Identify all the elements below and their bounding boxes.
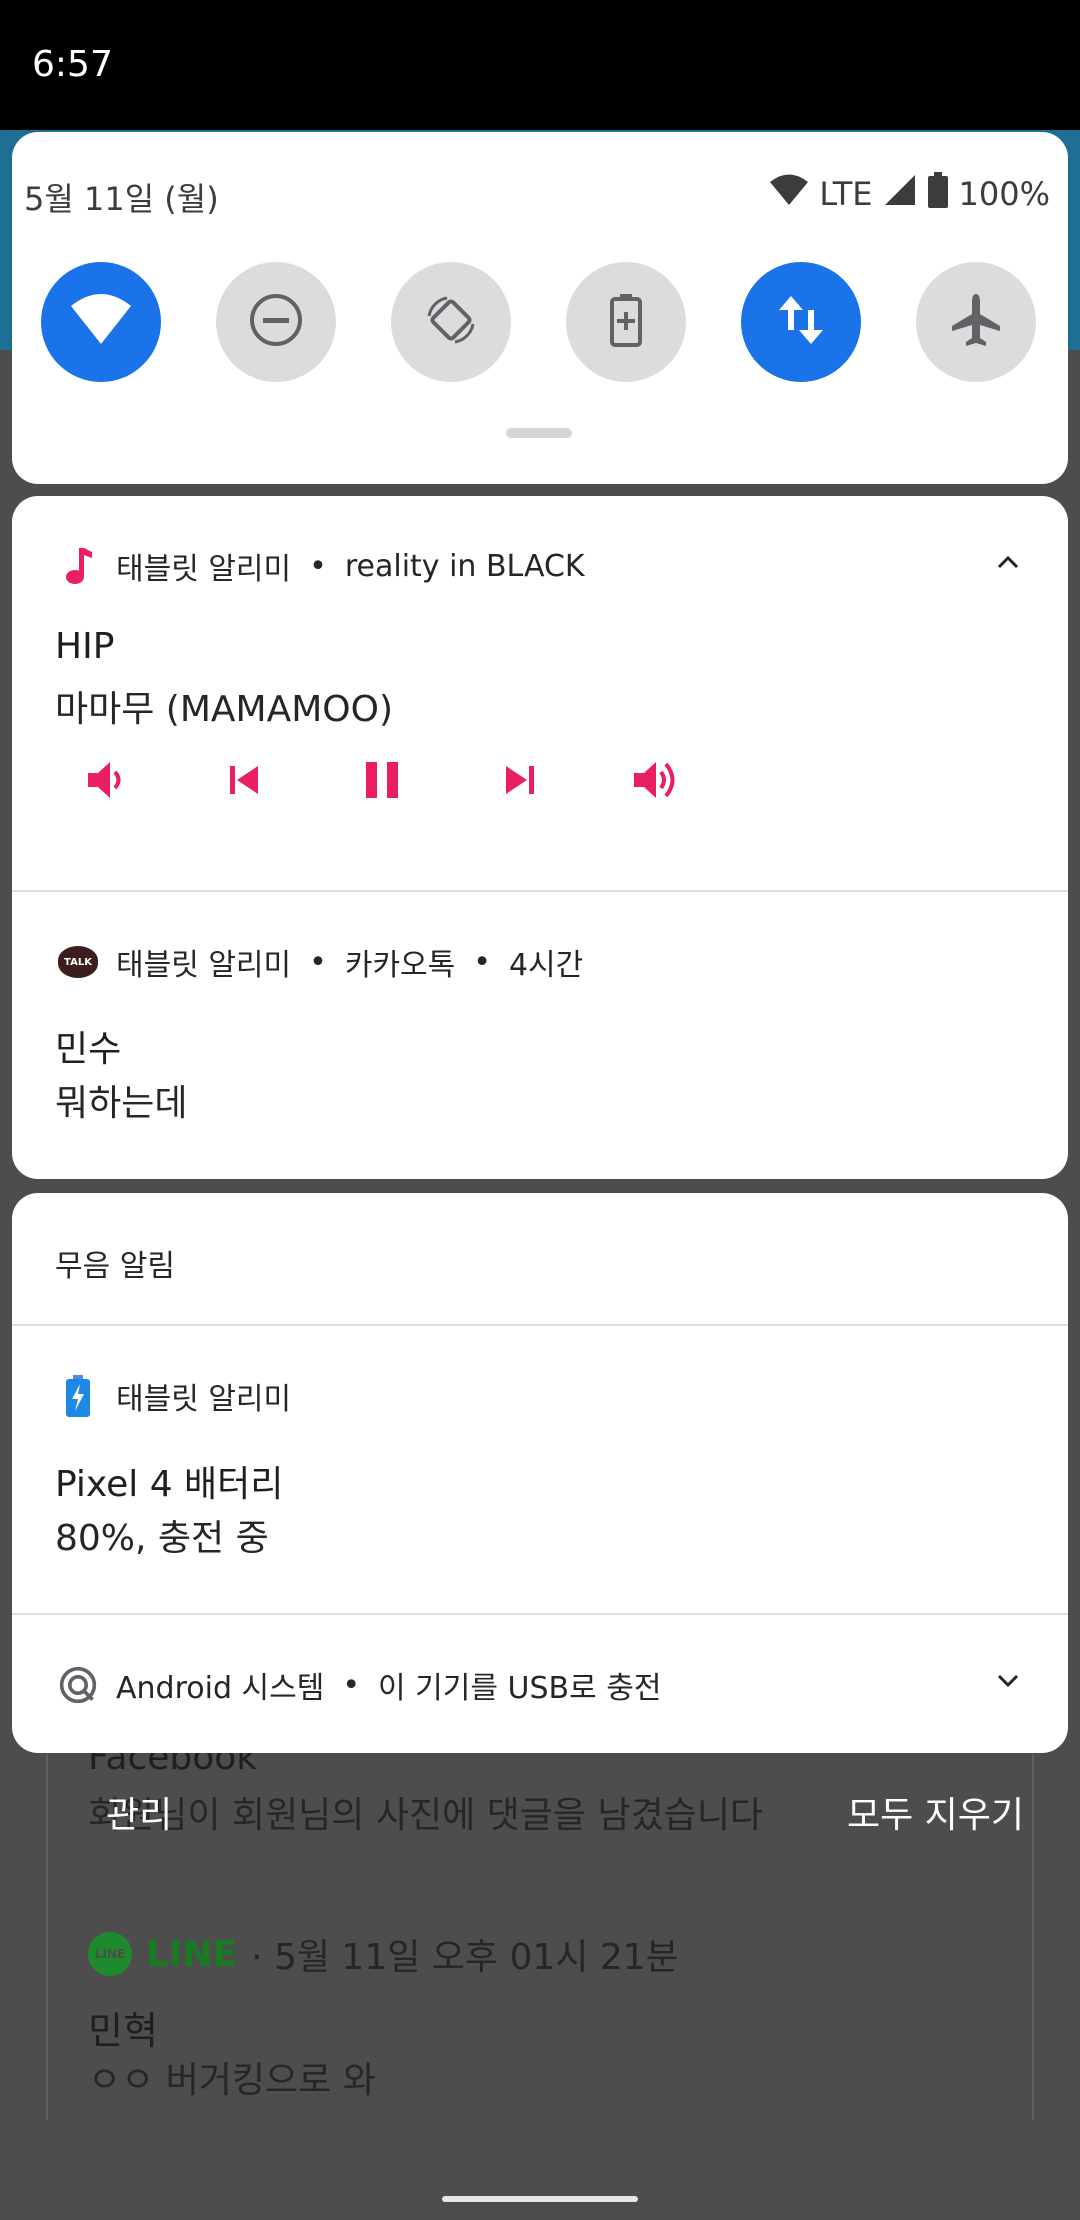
volume-down-button[interactable] bbox=[82, 758, 130, 806]
navigation-gesture-bar[interactable] bbox=[442, 2196, 638, 2202]
media-title: HIP bbox=[55, 626, 115, 667]
battery-app-name: 태블릿 알리미 bbox=[116, 1382, 292, 1417]
battery-text: 80%, 충전 중 bbox=[55, 1518, 269, 1559]
kakao-source: 카카오톡 bbox=[344, 948, 456, 983]
notification-group-alerting: 태블릿 알리미 • reality in BLACK HIP 마마무 (MAMA… bbox=[12, 496, 1068, 1179]
auto-rotate-tile[interactable] bbox=[391, 262, 511, 382]
battery-saver-icon bbox=[606, 292, 646, 352]
do-not-disturb-icon bbox=[248, 292, 304, 352]
battery-icon bbox=[927, 172, 949, 216]
separator-dot: • bbox=[473, 944, 491, 980]
wifi-icon bbox=[69, 292, 133, 352]
line-message: ㅇㅇ 버거킹으로 와 bbox=[88, 2060, 376, 2101]
airplane-icon bbox=[948, 292, 1004, 352]
quick-settings-panel: 5월 11일 (월) LTE 100% bbox=[12, 132, 1068, 484]
volume-up-button[interactable] bbox=[634, 758, 682, 806]
notification-group-silent: 무음 알림 태블릿 알리미 Pixel 4 배터리 80%, 충전 중 Andr… bbox=[12, 1193, 1068, 1753]
divider bbox=[12, 1324, 1068, 1326]
background-line-header: LINE LINE · 5월 11일 오후 01시 21분 bbox=[88, 1928, 679, 1980]
next-track-button[interactable] bbox=[496, 758, 544, 806]
airplane-mode-tile[interactable] bbox=[916, 262, 1036, 382]
media-source: reality in BLACK bbox=[344, 548, 585, 584]
system-text: 이 기기를 USB로 충전 bbox=[378, 1671, 662, 1706]
chevron-down-icon bbox=[996, 1673, 1020, 1693]
battery-notification-header[interactable]: 태블릿 알리미 bbox=[58, 1374, 291, 1418]
expand-button[interactable] bbox=[988, 1663, 1028, 1703]
system-notification-header[interactable]: Android 시스템 • 이 기기를 USB로 충전 bbox=[58, 1663, 661, 1707]
collapse-button[interactable] bbox=[988, 544, 1028, 584]
mobile-data-tile[interactable] bbox=[741, 262, 861, 382]
battery-percent: 100% bbox=[958, 175, 1050, 213]
line-time: · 5월 11일 오후 01시 21분 bbox=[251, 1937, 679, 1978]
volume-up-icon bbox=[632, 756, 684, 808]
kakaotalk-icon: TALK bbox=[58, 942, 98, 982]
volume-down-icon bbox=[84, 758, 128, 806]
line-app-name: LINE bbox=[146, 1933, 238, 1975]
skip-next-icon bbox=[500, 760, 540, 804]
background-facebook-text: 회원님이 회원님의 사진에 댓글을 남겼습니다 bbox=[88, 1795, 764, 1836]
kakao-notification-header[interactable]: TALK 태블릿 알리미 • 카카오톡 • 4시간 bbox=[58, 940, 583, 984]
clear-all-button[interactable]: 모두 지우기 bbox=[847, 1786, 1024, 1838]
pause-button[interactable] bbox=[358, 758, 406, 806]
media-notification-header[interactable]: 태블릿 알리미 • reality in BLACK bbox=[58, 544, 585, 588]
battery-saver-tile[interactable] bbox=[566, 262, 686, 382]
network-type-label: LTE bbox=[819, 175, 873, 213]
line-sender: 민혁 bbox=[88, 2009, 158, 2053]
battery-charging-icon bbox=[58, 1375, 98, 1417]
cell-signal-icon bbox=[883, 173, 917, 215]
data-arrows-icon bbox=[775, 292, 827, 352]
manage-button[interactable]: 관리 bbox=[106, 1786, 172, 1838]
kakao-sender: 민수 bbox=[55, 1029, 122, 1070]
kakao-time: 4시간 bbox=[508, 948, 584, 983]
kakao-message: 뭐하는데 bbox=[55, 1083, 188, 1124]
divider bbox=[12, 890, 1068, 892]
separator-dot: • bbox=[309, 548, 327, 584]
clock: 6:57 bbox=[32, 44, 113, 85]
divider bbox=[12, 1613, 1068, 1615]
status-bar: 6:57 bbox=[0, 0, 1080, 130]
previous-track-button[interactable] bbox=[220, 758, 268, 806]
android-system-icon bbox=[58, 1665, 98, 1705]
drag-handle[interactable] bbox=[506, 428, 572, 438]
chevron-up-icon bbox=[996, 554, 1020, 574]
separator-dot: • bbox=[342, 1667, 361, 1703]
pause-icon bbox=[362, 758, 402, 806]
date-label[interactable]: 5월 11일 (월) bbox=[24, 174, 219, 220]
silent-notifications-header: 무음 알림 bbox=[55, 1249, 175, 1284]
battery-title: Pixel 4 배터리 bbox=[55, 1464, 284, 1505]
system-app-name: Android 시스템 bbox=[116, 1671, 325, 1706]
auto-rotate-icon bbox=[423, 292, 479, 352]
quick-tiles bbox=[41, 262, 1036, 382]
notification-shade: 6:57 Facebook 회원님이 회원님의 사진에 댓글을 남겼습니다 관리… bbox=[0, 0, 1080, 2220]
status-icons: LTE 100% bbox=[769, 172, 1050, 216]
music-note-icon bbox=[58, 546, 98, 586]
talk-bubble: TALK bbox=[58, 946, 98, 978]
separator-dot: • bbox=[309, 944, 327, 980]
media-controls bbox=[82, 758, 682, 806]
line-icon: LINE bbox=[88, 1932, 132, 1976]
skip-previous-icon bbox=[224, 760, 264, 804]
media-app-name: 태블릿 알리미 bbox=[116, 552, 292, 587]
kakao-app-name: 태블릿 알리미 bbox=[116, 948, 292, 983]
wifi-tile[interactable] bbox=[41, 262, 161, 382]
wifi-signal-icon bbox=[769, 173, 809, 215]
media-artist: 마마무 (MAMAMOO) bbox=[55, 689, 394, 730]
do-not-disturb-tile[interactable] bbox=[216, 262, 336, 382]
